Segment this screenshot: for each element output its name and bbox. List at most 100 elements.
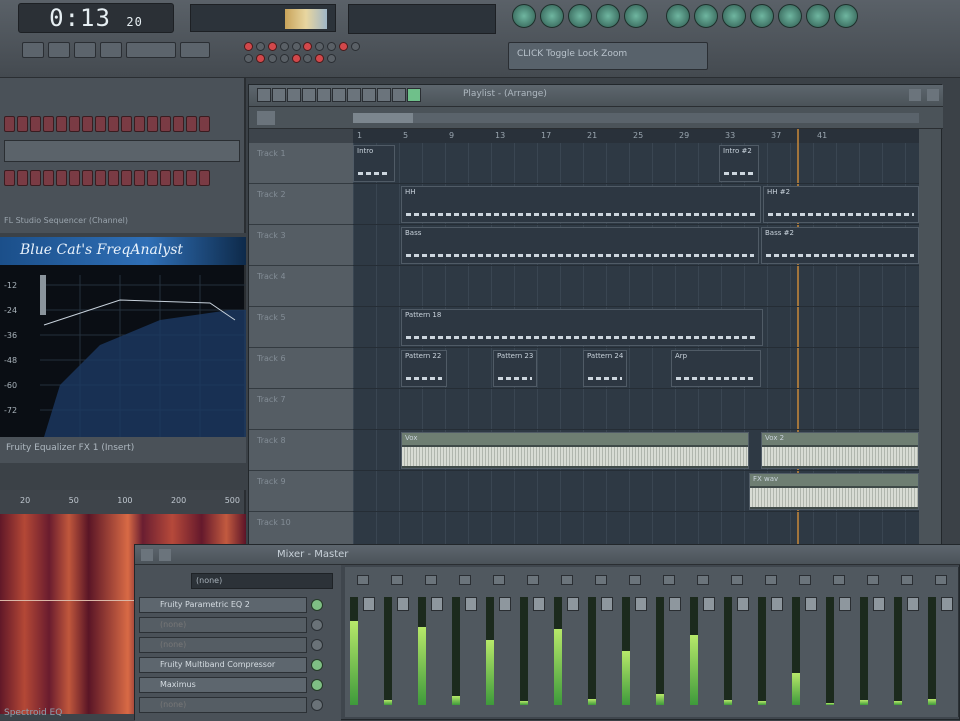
effect-slot[interactable]: Fruity Parametric EQ 2 [139,597,307,613]
arm-icon[interactable] [833,575,845,585]
volume-fader[interactable] [499,597,511,611]
track-label[interactable]: Track 6 [249,348,353,389]
pattern-clip[interactable]: HH #2 [763,186,919,223]
channel-button[interactable] [694,4,718,28]
pattern-icon[interactable] [407,88,421,102]
volume-fader[interactable] [601,597,613,611]
pattern-clip[interactable]: Intro [353,145,395,182]
select-tool-icon[interactable] [332,88,346,102]
mixer-channel[interactable] [787,567,823,717]
step[interactable] [4,170,15,186]
mixer-channel[interactable] [345,567,381,717]
option-led[interactable] [339,42,348,51]
audio-clip[interactable]: FX wav [749,473,919,510]
arm-icon[interactable] [357,575,369,585]
pattern-clip[interactable]: Pattern 24 [583,350,627,387]
option-led[interactable] [315,54,325,63]
option-led[interactable] [327,42,337,51]
effect-enable-switch[interactable] [311,599,323,611]
track-label[interactable]: Track 2 [249,184,353,225]
pattern-clip[interactable]: Intro #2 [719,145,759,182]
step[interactable] [108,116,119,132]
track-lane[interactable] [353,389,919,430]
channel-graph[interactable] [4,140,240,162]
pattern-clip[interactable]: Pattern 23 [493,350,537,387]
effect-slot[interactable]: Fruity Multiband Compressor [139,657,307,673]
close-icon[interactable] [927,89,939,101]
step[interactable] [121,170,132,186]
step[interactable] [134,170,145,186]
option-led[interactable] [303,54,313,63]
snap-icon[interactable] [377,88,391,102]
step[interactable] [17,170,28,186]
effect-enable-switch[interactable] [311,619,323,631]
mixer-channel[interactable] [855,567,891,717]
track-label[interactable]: Track 1 [249,143,353,184]
step[interactable] [173,170,184,186]
effect-slot[interactable]: (none) [139,637,307,653]
effect-enable-switch[interactable] [311,679,323,691]
pattern-clip[interactable]: Arp [671,350,761,387]
arm-icon[interactable] [697,575,709,585]
mixer-channel[interactable] [447,567,483,717]
volume-fader[interactable] [873,597,885,611]
step[interactable] [160,170,171,186]
arm-icon[interactable] [595,575,607,585]
mixer-channel[interactable] [753,567,789,717]
record-button[interactable] [750,4,774,28]
step[interactable] [95,170,106,186]
pattern-selector[interactable] [180,42,210,58]
effect-slot[interactable]: Maximus [139,677,307,693]
volume-fader[interactable] [805,597,817,611]
pattern-clip[interactable]: Bass #2 [761,227,919,264]
track-label[interactable]: Track 3 [249,225,353,266]
option-led[interactable] [267,42,277,51]
playlist-titlebar[interactable]: Playlist - (Arrange) [249,85,943,107]
step[interactable] [121,116,132,132]
pattern-clip[interactable]: Pattern 22 [401,350,447,387]
mixer-channel[interactable] [583,567,619,717]
option-led[interactable] [315,42,325,51]
step[interactable] [199,170,210,186]
magnet-icon[interactable] [392,88,406,102]
volume-fader[interactable] [567,597,579,611]
step[interactable] [30,116,41,132]
step[interactable] [186,116,197,132]
option-led[interactable] [350,42,360,51]
arm-icon[interactable] [493,575,505,585]
volume-fader[interactable] [533,597,545,611]
horizontal-scrollbar[interactable] [353,113,919,123]
step[interactable] [69,116,80,132]
step[interactable] [4,116,15,132]
project-info-button[interactable] [722,4,746,28]
step[interactable] [186,170,197,186]
song-time-display[interactable]: 0:13 20 [18,3,174,33]
track-lane[interactable] [353,266,919,307]
stop-button[interactable] [74,42,96,58]
draw-tool-icon[interactable] [257,88,271,102]
step[interactable] [82,170,93,186]
option-led[interactable] [303,42,313,51]
option-led[interactable] [255,42,265,51]
volume-fader[interactable] [907,597,919,611]
online-button[interactable] [806,4,830,28]
option-led[interactable] [244,42,253,51]
audio-clip[interactable]: Vox 2 [761,432,919,469]
playlist-window-button[interactable] [512,4,536,28]
mixer-channel[interactable] [617,567,653,717]
help-button[interactable] [778,4,802,28]
step[interactable] [173,116,184,132]
mixer-channel[interactable] [719,567,755,717]
step[interactable] [147,116,158,132]
playlist-menu-icon[interactable] [257,111,275,125]
tempo-display[interactable] [126,42,176,58]
volume-fader[interactable] [397,597,409,611]
step[interactable] [199,116,210,132]
step[interactable] [43,170,54,186]
volume-fader[interactable] [737,597,749,611]
step[interactable] [69,170,80,186]
settings-button[interactable] [834,4,858,28]
mixer-channel[interactable] [821,567,857,717]
track-label[interactable]: Track 8 [249,430,353,471]
option-led[interactable] [279,54,289,63]
